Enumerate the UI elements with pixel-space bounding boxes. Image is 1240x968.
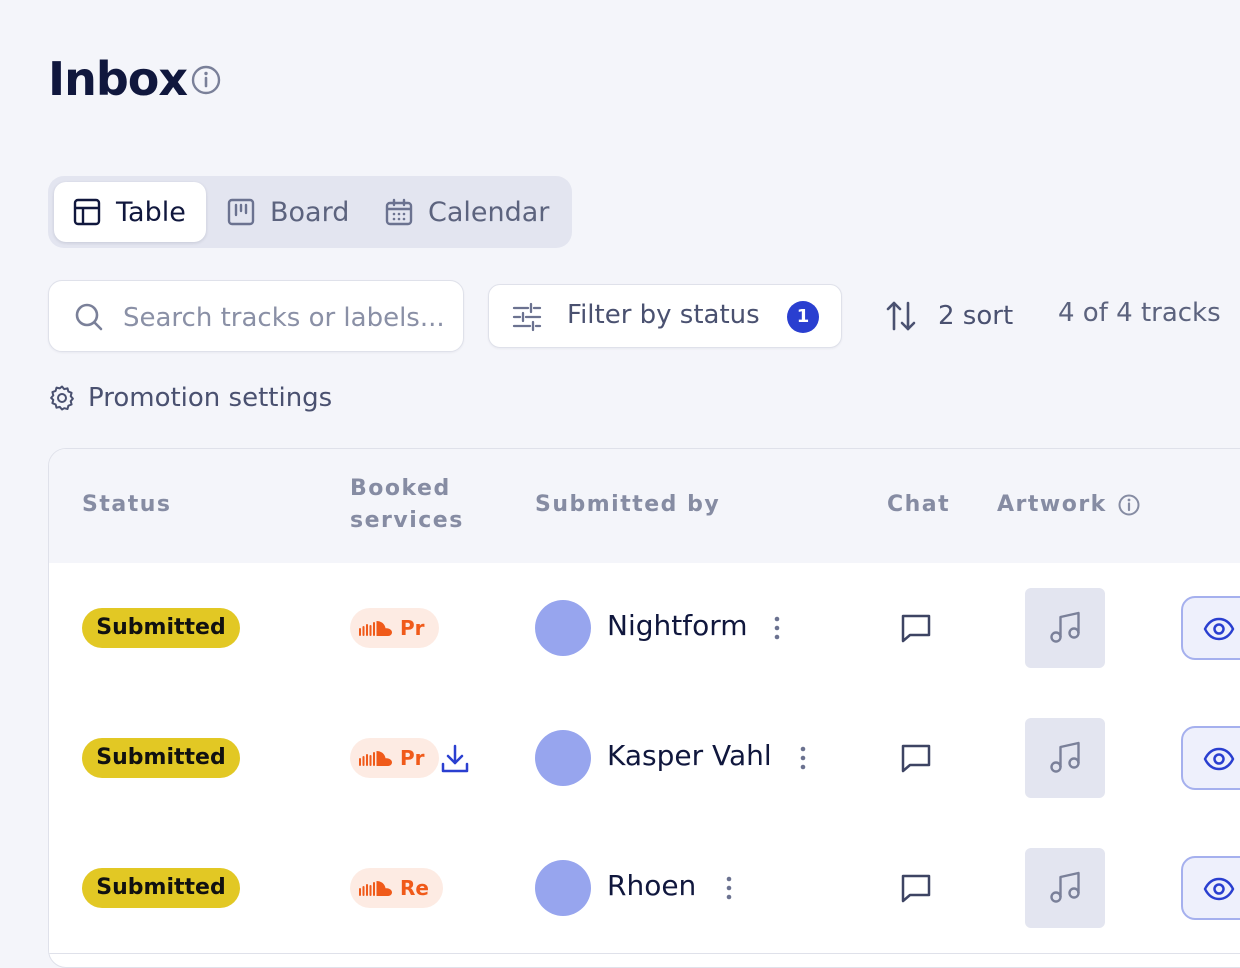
tab-calendar[interactable]: Calendar <box>378 182 568 242</box>
sort-button[interactable]: 2 sort <box>884 296 1013 336</box>
table-icon <box>73 198 101 226</box>
column-header-chat[interactable]: Chat <box>887 489 950 521</box>
avatar <box>535 600 591 656</box>
search-input[interactable] <box>121 295 451 341</box>
table-row[interactable]: Submitted Re Rhoen <box>49 823 1240 954</box>
status-badge: Submitted <box>82 608 240 648</box>
sort-arrows-icon <box>886 301 916 331</box>
tracks-table: Status Booked services Submitted by Chat… <box>48 448 1240 968</box>
chat-icon[interactable] <box>899 611 933 645</box>
view-switcher: Table Board Calendar <box>48 176 572 248</box>
submitter-name[interactable]: Kasper Vahl <box>607 739 772 772</box>
eye-icon <box>1203 617 1235 641</box>
status-badge: Submitted <box>82 738 240 778</box>
sliders-icon <box>512 302 542 332</box>
table-row[interactable]: Submitted Pr Kasper Vahl <box>49 693 1240 824</box>
column-header-artwork-label: Artwork <box>997 492 1107 517</box>
filter-count-badge: 1 <box>787 301 819 333</box>
avatar <box>535 730 591 786</box>
promotion-settings-link[interactable]: Promotion settings <box>48 378 332 418</box>
submitter-name[interactable]: Nightform <box>607 609 748 642</box>
board-icon <box>227 198 255 226</box>
preview-button[interactable] <box>1181 856 1240 920</box>
page-title: Inbox <box>48 52 188 106</box>
soundcloud-icon <box>359 751 392 766</box>
tab-board[interactable]: Board <box>218 182 358 242</box>
table-header: Status Booked services Submitted by Chat… <box>49 449 1240 564</box>
tab-label: Calendar <box>428 196 550 228</box>
submitter-name[interactable]: Rhoen <box>607 869 696 902</box>
column-header-booked-services[interactable]: Booked services <box>350 473 490 537</box>
booked-service-label: Pr <box>400 616 425 640</box>
search-icon <box>75 303 103 331</box>
tab-label: Table <box>116 196 186 228</box>
artwork-thumbnail[interactable] <box>1025 848 1105 928</box>
tab-label: Board <box>270 196 350 228</box>
search-box <box>48 280 464 352</box>
column-header-artwork[interactable]: Artwork <box>997 489 1141 521</box>
booked-service-label: Re <box>400 876 429 900</box>
info-icon[interactable] <box>1117 493 1141 517</box>
booked-service-label: Pr <box>400 746 425 770</box>
info-icon[interactable] <box>190 64 222 96</box>
music-note-icon <box>1050 871 1080 903</box>
download-icon[interactable] <box>439 743 471 775</box>
preview-button[interactable] <box>1181 726 1240 790</box>
preview-button[interactable] <box>1181 596 1240 660</box>
more-vertical-icon[interactable] <box>769 613 785 643</box>
artwork-thumbnail[interactable] <box>1025 718 1105 798</box>
eye-icon <box>1203 877 1235 901</box>
more-vertical-icon[interactable] <box>795 743 811 773</box>
chat-icon[interactable] <box>899 741 933 775</box>
soundcloud-icon <box>359 881 392 896</box>
promotion-settings-label: Promotion settings <box>88 383 333 413</box>
sort-label: 2 sort <box>938 301 1014 331</box>
tab-table[interactable]: Table <box>54 182 206 242</box>
booked-service-chip[interactable]: Pr <box>350 608 439 648</box>
artwork-thumbnail[interactable] <box>1025 588 1105 668</box>
chat-icon[interactable] <box>899 871 933 905</box>
column-header-status[interactable]: Status <box>82 489 171 521</box>
track-count: 4 of 4 tracks <box>1058 298 1221 328</box>
more-vertical-icon[interactable] <box>721 873 737 903</box>
booked-service-chip[interactable]: Re <box>350 868 443 908</box>
calendar-icon <box>385 198 413 226</box>
gear-icon <box>50 385 74 411</box>
soundcloud-icon <box>359 621 392 636</box>
avatar <box>535 860 591 916</box>
eye-icon <box>1203 747 1235 771</box>
filter-label: Filter by status <box>567 300 760 330</box>
music-note-icon <box>1050 741 1080 773</box>
status-badge: Submitted <box>82 868 240 908</box>
column-header-submitted-by[interactable]: Submitted by <box>535 489 720 521</box>
filter-by-status-button[interactable]: Filter by status 1 <box>488 284 842 348</box>
booked-service-chip[interactable]: Pr <box>350 738 439 778</box>
table-row[interactable]: Submitted Pr Nightform <box>49 563 1240 694</box>
music-note-icon <box>1050 611 1080 643</box>
